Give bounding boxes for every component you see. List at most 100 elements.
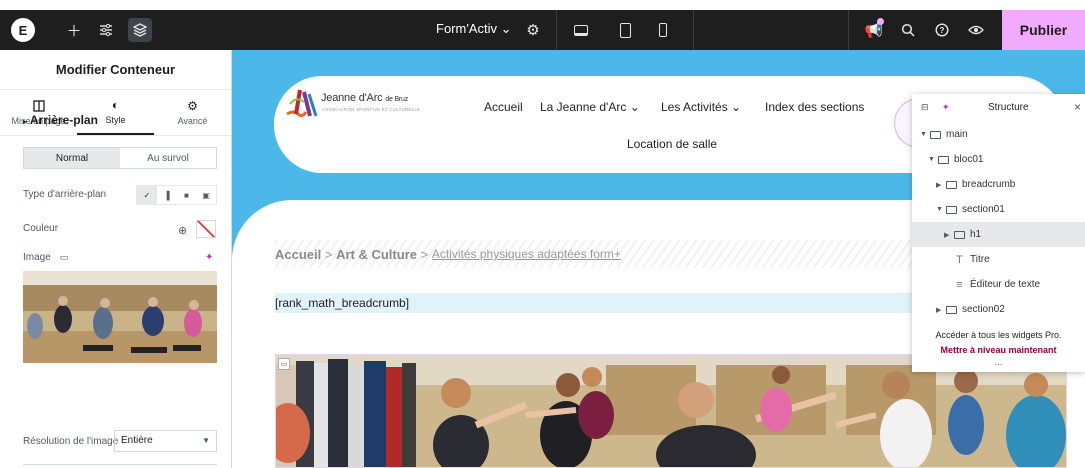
nav-les-activites[interactable]: Les Activités ⌄ bbox=[661, 100, 741, 114]
color-swatch[interactable] bbox=[196, 220, 216, 238]
caret-down-icon[interactable]: ▼ bbox=[936, 206, 946, 213]
resolution-value: Entière bbox=[121, 435, 153, 446]
page-settings-gear-icon[interactable]: ⚙ bbox=[521, 18, 545, 42]
gear-icon: ⚙ bbox=[187, 98, 198, 113]
image-label: Image ▭ bbox=[23, 252, 69, 263]
caret-down-icon[interactable]: ▼ bbox=[928, 156, 938, 163]
gradient-icon[interactable]: ▐ bbox=[157, 186, 177, 204]
caret-down-icon: ▼ bbox=[202, 436, 210, 445]
desktop-responsive-icon[interactable]: ▭ bbox=[60, 252, 69, 262]
brush-icon[interactable]: ✓ bbox=[137, 186, 157, 204]
breadcrumb-current[interactable]: Activités physiques adaptées form+ bbox=[432, 247, 621, 261]
chevron-down-icon: ⌄ bbox=[731, 100, 742, 114]
divider bbox=[556, 10, 557, 50]
caret-right-icon[interactable]: ▶ bbox=[936, 181, 946, 189]
nav-la-jeanne-darc[interactable]: La Jeanne d'Arc ⌄ bbox=[540, 100, 640, 114]
caret-right-icon[interactable]: ▶ bbox=[936, 306, 946, 314]
chevron-down-icon: ⌄ bbox=[500, 21, 512, 36]
document-name[interactable]: Form'Activ ⌄ bbox=[436, 21, 512, 37]
next-field-border bbox=[23, 464, 217, 468]
breadcrumb-separator: > bbox=[324, 246, 333, 262]
search-icon[interactable] bbox=[896, 18, 920, 42]
breadcrumb-home[interactable]: Accueil bbox=[275, 247, 321, 262]
global-color-icon[interactable]: ⊕ bbox=[178, 224, 187, 237]
nav-accueil[interactable]: Accueil bbox=[484, 100, 523, 114]
node-label: Éditeur de texte bbox=[970, 279, 1041, 290]
collapse-all-icon[interactable]: ⊟ bbox=[921, 102, 929, 113]
tree-node-section01[interactable]: ▼ section01 bbox=[912, 197, 1085, 222]
desktop-view-icon[interactable] bbox=[570, 19, 592, 41]
layout-icon bbox=[32, 99, 45, 112]
more-dots-icon[interactable]: ... bbox=[912, 357, 1085, 367]
upgrade-link[interactable]: Mettre à niveau maintenant bbox=[912, 345, 1085, 355]
tree-node-section02[interactable]: ▶ section02 bbox=[912, 297, 1085, 322]
tree-node-text-editor[interactable]: ≡ Éditeur de texte bbox=[912, 272, 1085, 297]
svg-text:?: ? bbox=[940, 26, 945, 35]
edit-container-handle-icon[interactable]: ▭ bbox=[278, 358, 290, 370]
nav-index-sections[interactable]: Index des sections bbox=[765, 100, 864, 114]
container-icon bbox=[946, 205, 957, 214]
tree-node-breadcrumb[interactable]: ▶ breadcrumb bbox=[912, 172, 1085, 197]
notification-dot-icon bbox=[877, 18, 884, 25]
logo-name: Jeanne d'Arc de Bruz bbox=[321, 92, 409, 104]
tab-normal[interactable]: Normal bbox=[24, 148, 120, 168]
bg-type-label: Type d'arrière-plan bbox=[23, 189, 107, 200]
caret-down-icon[interactable]: ▼ bbox=[920, 131, 930, 138]
container-icon bbox=[954, 230, 965, 239]
site-settings-icon[interactable] bbox=[94, 18, 118, 42]
tree-node-h1[interactable]: ▶ h1 bbox=[912, 222, 1085, 247]
node-label: section02 bbox=[962, 304, 1005, 315]
slideshow-icon[interactable]: ▣ bbox=[196, 186, 216, 204]
structure-panel: ⊟ ✦ Structure × ▼ main ▼ bloc01 ▶ breadcrum… bbox=[912, 94, 1085, 372]
ai-sparkle-icon[interactable]: ✦ bbox=[205, 252, 213, 263]
tree-node-bloc01[interactable]: ▼ bloc01 bbox=[912, 147, 1085, 172]
nav-location-salle[interactable]: Location de salle bbox=[627, 137, 717, 151]
container-icon bbox=[946, 180, 957, 189]
breadcrumb-parent[interactable]: Art & Culture bbox=[336, 247, 417, 262]
preview-eye-icon[interactable] bbox=[964, 18, 988, 42]
background-image-preview[interactable] bbox=[23, 271, 217, 363]
structure-tree: ▼ main ▼ bloc01 ▶ breadcrumb ▼ section01 ▶ h1… bbox=[912, 122, 1085, 322]
tablet-view-icon[interactable] bbox=[614, 19, 636, 41]
help-icon[interactable]: ? bbox=[930, 18, 954, 42]
elementor-logo-icon[interactable]: E bbox=[11, 18, 35, 42]
video-icon[interactable]: ■ bbox=[177, 186, 197, 204]
caret-right-icon[interactable]: ▶ bbox=[944, 231, 954, 239]
logo-mark-icon bbox=[286, 89, 318, 118]
node-label: bloc01 bbox=[954, 154, 984, 165]
tab-label: Style bbox=[105, 114, 126, 125]
resolution-select[interactable]: Entière ▼ bbox=[114, 430, 217, 452]
contrast-icon: ◐ bbox=[111, 97, 120, 112]
bg-type-switcher: ✓ ▐ ■ ▣ bbox=[136, 185, 217, 205]
shortcode-widget[interactable]: [rank_math_breadcrumb] bbox=[275, 293, 915, 313]
close-icon[interactable]: × bbox=[1074, 100, 1081, 114]
node-label: main bbox=[946, 129, 968, 140]
container-icon bbox=[946, 305, 957, 314]
tab-label: Avancé bbox=[177, 115, 208, 126]
site-logo[interactable]: Jeanne d'Arc de Bruz ASSOCIATION SPORTIV… bbox=[284, 84, 459, 124]
breadcrumb: Accueil > Art & Culture > Activités phys… bbox=[275, 240, 915, 268]
ai-sparkle-icon[interactable]: ✦ bbox=[942, 102, 950, 113]
top-bar: E ＋ Form'Activ ⌄ ⚙ 📢 ? Publier bbox=[0, 10, 1085, 50]
tree-node-titre[interactable]: T Titre bbox=[912, 247, 1085, 272]
heading-icon: T bbox=[956, 253, 963, 266]
text-editor-icon: ≡ bbox=[956, 278, 963, 291]
section-toggle[interactable]: ▸ Arrière-plan bbox=[23, 113, 98, 127]
tree-node-main[interactable]: ▼ main bbox=[912, 122, 1085, 147]
node-label: h1 bbox=[970, 229, 982, 240]
structure-layers-icon[interactable] bbox=[128, 18, 152, 42]
tab-advanced[interactable]: ⚙ Avancé bbox=[154, 90, 231, 135]
container-icon bbox=[930, 130, 941, 139]
section-title: Arrière-plan bbox=[29, 113, 98, 127]
mobile-view-icon[interactable] bbox=[652, 19, 674, 41]
publish-button[interactable]: Publier bbox=[1002, 10, 1085, 50]
container-icon bbox=[938, 155, 949, 164]
promo-text: Accéder à tous les widgets Pro. bbox=[935, 330, 1062, 340]
tab-hover[interactable]: Au survol bbox=[120, 148, 216, 168]
chevron-down-icon: ⌄ bbox=[629, 100, 640, 114]
node-label: Titre bbox=[970, 254, 990, 265]
divider bbox=[848, 10, 849, 50]
add-element-icon[interactable]: ＋ bbox=[62, 18, 86, 42]
panel-title: Modifier Conteneur bbox=[0, 50, 231, 90]
divider bbox=[693, 10, 694, 50]
